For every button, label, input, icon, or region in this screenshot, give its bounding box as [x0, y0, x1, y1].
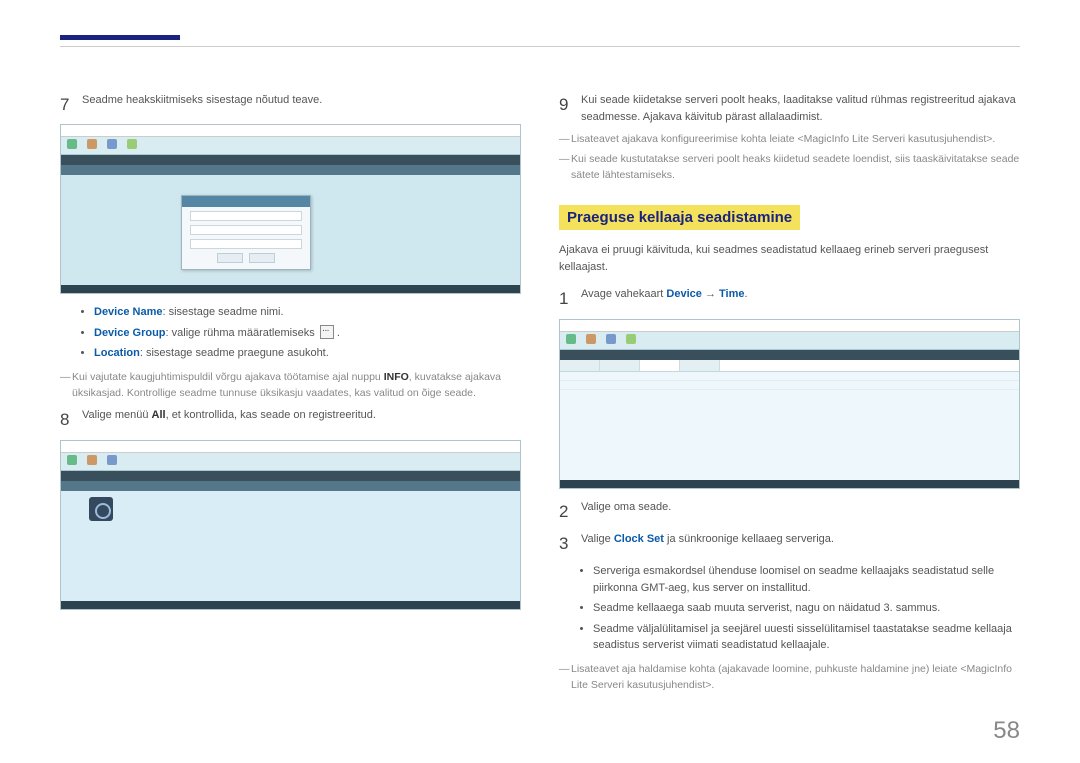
text: : sisestage seadme nimi. [163, 306, 284, 318]
text: : sisestage seadme praegune asukoht. [140, 347, 329, 359]
step-8: 8 Valige menüü All, et kontrollida, kas … [60, 407, 521, 433]
bullet-device-name: Device Name: sisestage seadme nimi. [94, 304, 521, 321]
dash-icon: ― [559, 132, 571, 148]
field-bullets: Device Name: sisestage seadme nimi. Devi… [82, 304, 521, 362]
approve-dialog [181, 195, 311, 270]
step-9: 9 Kui seade kiidetakse serveri poolt hea… [559, 92, 1020, 126]
note-text: Kui vajutate kaugjuhtimispuldil võrgu aj… [72, 370, 521, 402]
right-column: 9 Kui seade kiidetakse serveri poolt hea… [559, 86, 1020, 697]
text: : valige rühma määratlemiseks [166, 327, 318, 339]
step-text: Valige menüü All, et kontrollida, kas se… [82, 407, 521, 424]
section-heading: Praeguse kellaaja seadistamine [559, 205, 800, 230]
step-text: Valige oma seade. [581, 499, 1020, 516]
device-thumbnail-icon [89, 497, 113, 521]
step-number: 8 [60, 407, 82, 433]
page-number: 58 [993, 717, 1020, 745]
header-rule [60, 46, 1020, 47]
step-number: 7 [60, 92, 82, 118]
dash-icon: ― [559, 662, 571, 694]
bullet-gmt: Serveriga esmakordsel ühenduse loomisel … [593, 563, 1020, 596]
bullet-restore: Seadme väljalülitamisel ja seejärel uues… [593, 621, 1020, 654]
screenshot-device-time [559, 319, 1020, 489]
content-columns: 7 Seadme heakskiitmiseks sisestage nõutu… [60, 86, 1020, 697]
section-intro: Ajakava ei pruugi käivituda, kui seadmes… [559, 242, 1020, 276]
note-time-mgmt: ― Lisateavet aja haldamise kohta (ajakav… [559, 662, 1020, 694]
note-text: Lisateavet aja haldamise kohta (ajakavad… [571, 662, 1020, 694]
step-3: 3 Valige Clock Set ja sünkroonige kellaa… [559, 531, 1020, 557]
bullet-device-group: Device Group: valige rühma määratlemisek… [94, 325, 521, 342]
label: Device Group [94, 327, 166, 339]
screenshot-all-menu [60, 440, 521, 610]
header-accent-bar [60, 35, 180, 40]
step-text: Kui seade kiidetakse serveri poolt heaks… [581, 92, 1020, 126]
step-7: 7 Seadme heakskiitmiseks sisestage nõutu… [60, 92, 521, 118]
note-text: Lisateavet ajakava konfigureerimise koht… [571, 132, 995, 148]
step-number: 1 [559, 286, 581, 312]
step-text: Seadme heakskiitmiseks sisestage nõutud … [82, 92, 521, 109]
time-bullets: Serveriga esmakordsel ühenduse loomisel … [581, 563, 1020, 654]
section-heading-wrap: Praeguse kellaaja seadistamine [559, 187, 1020, 238]
step-1: 1 Avage vahekaart Device → Time. [559, 286, 1020, 312]
step-2: 2 Valige oma seade. [559, 499, 1020, 525]
label: Device Name [94, 306, 163, 318]
bullet-location: Location: sisestage seadme praegune asuk… [94, 345, 521, 362]
step-number: 9 [559, 92, 581, 118]
note-info: ― Kui vajutate kaugjuhtimispuldil võrgu … [60, 370, 521, 402]
step-number: 3 [559, 531, 581, 557]
dash-icon: ― [60, 370, 72, 402]
ellipsis-button-icon [320, 325, 334, 339]
dash-icon: ― [559, 152, 571, 184]
step-text: Avage vahekaart Device → Time. [581, 286, 1020, 303]
label: Location [94, 347, 140, 359]
note-text: Kui seade kustutatakse serveri poolt hea… [571, 152, 1020, 184]
left-column: 7 Seadme heakskiitmiseks sisestage nõutu… [60, 86, 521, 697]
note-delete: ― Kui seade kustutatakse serveri poolt h… [559, 152, 1020, 184]
screenshot-approve-dialog [60, 124, 521, 294]
bullet-change: Seadme kellaaega saab muuta serverist, n… [593, 600, 1020, 617]
step-number: 2 [559, 499, 581, 525]
step-text: Valige Clock Set ja sünkroonige kellaaeg… [581, 531, 1020, 548]
note-config: ― Lisateavet ajakava konfigureerimise ko… [559, 132, 1020, 148]
